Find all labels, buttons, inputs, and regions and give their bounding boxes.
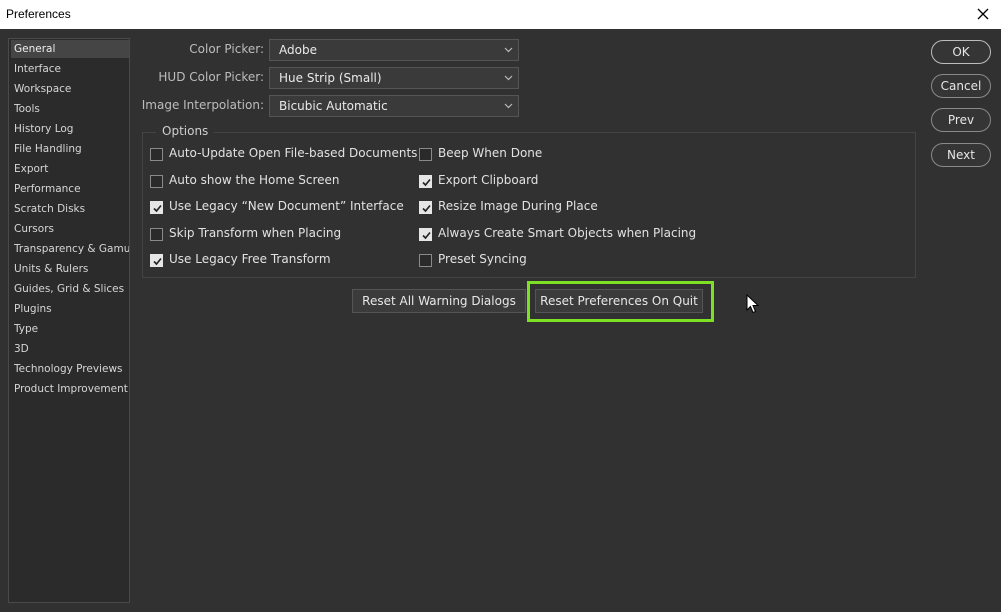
color-picker-label: Color Picker:: [189, 42, 264, 56]
sidebar-item-performance[interactable]: Performance: [11, 180, 129, 198]
preferences-sidebar: General Interface Workspace Tools History Lo…: [8, 38, 130, 603]
option-checkbox[interactable]: [150, 201, 163, 214]
option-checkbox[interactable]: [419, 148, 432, 161]
sidebar-item-cursors[interactable]: Cursors: [11, 220, 129, 238]
sidebar-item-technology-previews[interactable]: Technology Previews: [11, 360, 129, 378]
option-label[interactable]: Export Clipboard: [438, 173, 538, 187]
option-checkbox[interactable]: [419, 175, 432, 188]
option-label[interactable]: Preset Syncing: [438, 252, 527, 266]
sidebar-item-file-handling[interactable]: File Handling: [11, 140, 129, 158]
sidebar-item-general[interactable]: General: [11, 40, 129, 58]
option-checkbox[interactable]: [419, 201, 432, 214]
sidebar-item-plugins[interactable]: Plugins: [11, 300, 129, 318]
title-bar: Preferences: [0, 0, 1001, 29]
chevron-down-icon: [504, 75, 513, 81]
prev-button[interactable]: Prev: [931, 108, 991, 132]
option-label[interactable]: Skip Transform when Placing: [169, 226, 341, 240]
hud-color-picker-label: HUD Color Picker:: [158, 70, 264, 84]
sidebar-item-interface[interactable]: Interface: [11, 60, 129, 78]
option-checkbox[interactable]: [150, 148, 163, 161]
sidebar-item-workspace[interactable]: Workspace: [11, 80, 129, 98]
image-interpolation-select[interactable]: Bicubic Automatic: [269, 95, 519, 117]
color-picker-value: Adobe: [279, 43, 317, 57]
chevron-down-icon: [504, 47, 513, 53]
options-title: Options: [156, 124, 215, 138]
option-checkbox[interactable]: [419, 254, 432, 267]
checkmark-icon: [422, 231, 431, 240]
option-checkbox[interactable]: [150, 254, 163, 267]
sidebar-item-export[interactable]: Export: [11, 160, 129, 178]
window-title: Preferences: [6, 7, 71, 21]
image-interpolation-value: Bicubic Automatic: [279, 99, 388, 113]
option-checkbox[interactable]: [419, 228, 432, 241]
checkmark-icon: [153, 257, 162, 266]
hud-color-picker-value: Hue Strip (Small): [279, 71, 382, 85]
sidebar-item-3d[interactable]: 3D: [11, 340, 129, 358]
image-interpolation-label: Image Interpolation:: [141, 98, 264, 112]
checkmark-icon: [422, 204, 431, 213]
reset-warning-dialogs-button[interactable]: Reset All Warning Dialogs: [352, 289, 526, 313]
option-label[interactable]: Auto-Update Open File-based Documents: [169, 146, 417, 160]
option-label[interactable]: Use Legacy Free Transform: [169, 252, 331, 266]
sidebar-item-history-log[interactable]: History Log: [11, 120, 129, 138]
option-checkbox[interactable]: [150, 175, 163, 188]
color-picker-select[interactable]: Adobe: [269, 39, 519, 61]
mouse-cursor-icon: [746, 294, 760, 314]
sidebar-item-scratch-disks[interactable]: Scratch Disks: [11, 200, 129, 218]
highlight-box: [527, 281, 714, 322]
option-label[interactable]: Beep When Done: [438, 146, 542, 160]
option-label[interactable]: Use Legacy “New Document” Interface: [169, 199, 404, 213]
checkmark-icon: [422, 178, 431, 187]
cancel-button[interactable]: Cancel: [931, 74, 991, 98]
sidebar-item-product-improvement[interactable]: Product Improvement: [11, 380, 129, 398]
next-button[interactable]: Next: [931, 143, 991, 167]
checkmark-icon: [153, 204, 162, 213]
hud-color-picker-select[interactable]: Hue Strip (Small): [269, 67, 519, 89]
option-label[interactable]: Auto show the Home Screen: [169, 173, 340, 187]
close-icon[interactable]: [971, 2, 995, 26]
sidebar-item-units-rulers[interactable]: Units & Rulers: [11, 260, 129, 278]
option-checkbox[interactable]: [150, 228, 163, 241]
option-label[interactable]: Always Create Smart Objects when Placing: [438, 226, 696, 240]
option-label[interactable]: Resize Image During Place: [438, 199, 598, 213]
sidebar-item-transparency-gamut[interactable]: Transparency & Gamut: [11, 240, 129, 258]
ok-button[interactable]: OK: [931, 40, 991, 64]
sidebar-item-type[interactable]: Type: [11, 320, 129, 338]
sidebar-item-tools[interactable]: Tools: [11, 100, 129, 118]
chevron-down-icon: [504, 103, 513, 109]
sidebar-item-guides-grid-slices[interactable]: Guides, Grid & Slices: [11, 280, 129, 298]
